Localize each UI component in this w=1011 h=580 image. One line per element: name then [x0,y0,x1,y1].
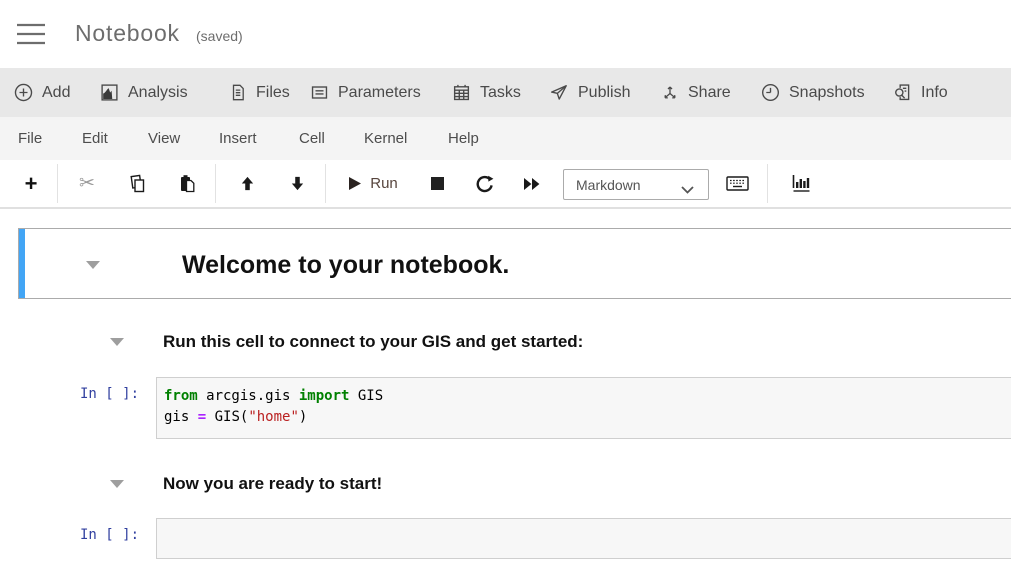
open-chart-panel-button[interactable] [780,160,822,207]
toolbar-divider [215,164,216,203]
selected-cell-indicator [19,229,25,298]
code-token: arcgis.gis [198,388,299,404]
toolbar-divider [57,164,58,203]
collapse-arrow-icon[interactable] [86,261,100,269]
input-prompt: In [ ]: [80,386,139,402]
toolbar-button-share[interactable]: Share [661,68,731,117]
toolbar-button-label: Analysis [128,84,188,102]
toolbar-button-publish[interactable]: Publish [549,68,630,117]
collapse-arrow-icon[interactable] [110,338,124,346]
scissors-icon: ✂ [79,172,95,195]
arrow-up-icon [239,175,256,192]
menu-cell[interactable]: Cell [299,117,325,160]
files-document-icon [229,83,247,102]
arrow-down-icon [289,175,306,192]
hamburger-menu-button[interactable] [15,22,47,48]
toolbar-button-add[interactable]: Add [14,68,70,117]
code-token: from [164,388,198,404]
cell-heading: Now you are ready to start! [163,473,382,495]
fast-forward-icon [523,176,541,192]
input-prompt: In [ ]: [80,527,139,543]
toolbar-button-analysis[interactable]: Analysis [100,68,188,117]
menu-file[interactable]: File [18,117,42,160]
analysis-chart-icon [100,83,119,102]
code-token: gis [164,409,198,425]
toolbar-button-label: Add [42,84,70,102]
notebook-toolbar: + ✂ [0,160,1011,209]
toolbar-button-label: Files [256,84,290,102]
info-search-page-icon [893,83,912,102]
code-token: import [299,388,350,404]
move-cell-up-button[interactable] [228,160,266,207]
toolbar-button-info[interactable]: Info [893,68,948,117]
app-header: Notebook (saved) [0,0,1011,68]
add-cell-button[interactable]: + [16,160,46,207]
command-palette-button[interactable] [716,160,758,207]
toolbar-button-label: Parameters [338,84,421,102]
menu-help[interactable]: Help [448,117,479,160]
copy-cell-button[interactable] [118,160,156,207]
stop-icon [430,176,445,191]
notebook-cells-area: Welcome to your notebook. Run this cell … [0,209,1011,580]
cell-type-select[interactable]: Markdown [563,169,709,200]
restart-icon [476,175,494,193]
bar-chart-icon [791,174,811,193]
plus-icon: + [25,171,38,197]
app-title: Notebook [75,20,180,47]
paste-cell-button[interactable] [168,160,206,207]
toolbar-button-snapshots[interactable]: Snapshots [761,68,865,117]
menu-view[interactable]: View [148,117,180,160]
code-token: = [198,409,206,425]
add-circle-icon [14,83,33,102]
run-cell-button[interactable]: Run [340,160,406,207]
toolbar-button-files[interactable]: Files [229,68,290,117]
markdown-cell-selected[interactable]: Welcome to your notebook. [18,228,1011,299]
cell-heading: Run this cell to connect to your GIS and… [163,331,583,353]
tasks-calendar-icon [452,83,471,102]
toolbar-button-label: Snapshots [789,84,865,102]
run-all-button[interactable] [513,160,551,207]
toolbar-button-label: Tasks [480,84,521,102]
play-icon [348,176,362,191]
publish-plane-icon [549,83,569,102]
hamburger-menu-icon [16,34,46,49]
restart-kernel-button[interactable] [466,160,504,207]
share-icon [661,83,679,102]
code-input-empty[interactable] [156,518,1011,559]
code-token: "home" [248,409,299,425]
cut-cell-button[interactable]: ✂ [68,160,106,207]
menu-edit[interactable]: Edit [82,117,108,160]
toolbar-button-label: Share [688,84,731,102]
app-toolbar: Add Analysis Files Parameters Tasks [0,68,1011,117]
toolbar-button-label: Info [921,84,948,102]
cell-heading: Welcome to your notebook. [182,250,509,280]
stop-kernel-button[interactable] [418,160,456,207]
copy-icon [128,174,147,193]
keyboard-icon [726,175,749,192]
code-token: GIS [349,388,383,404]
paste-icon [178,174,197,193]
notebook-menu-bar: File Edit View Insert Cell Kernel Help [0,117,1011,160]
notebook-app-window: Notebook (saved) Add Analysis Files [0,0,1011,580]
toolbar-button-parameters[interactable]: Parameters [310,68,421,117]
toolbar-divider [767,164,768,203]
snapshots-clock-icon [761,83,780,102]
toolbar-button-label: Publish [578,84,630,102]
save-status: (saved) [196,28,243,44]
code-content [157,519,1011,527]
code-token: GIS( [206,409,248,425]
code-content: from arcgis.gis import GIS gis = GIS("ho… [157,378,1011,428]
toolbar-button-tasks[interactable]: Tasks [452,68,521,117]
code-token: ) [299,409,307,425]
toolbar-divider [325,164,326,203]
menu-kernel[interactable]: Kernel [364,117,407,160]
run-label: Run [370,175,398,192]
menu-insert[interactable]: Insert [219,117,257,160]
parameters-icon [310,83,329,102]
collapse-arrow-icon[interactable] [110,480,124,488]
move-cell-down-button[interactable] [278,160,316,207]
code-input[interactable]: from arcgis.gis import GIS gis = GIS("ho… [156,377,1011,439]
